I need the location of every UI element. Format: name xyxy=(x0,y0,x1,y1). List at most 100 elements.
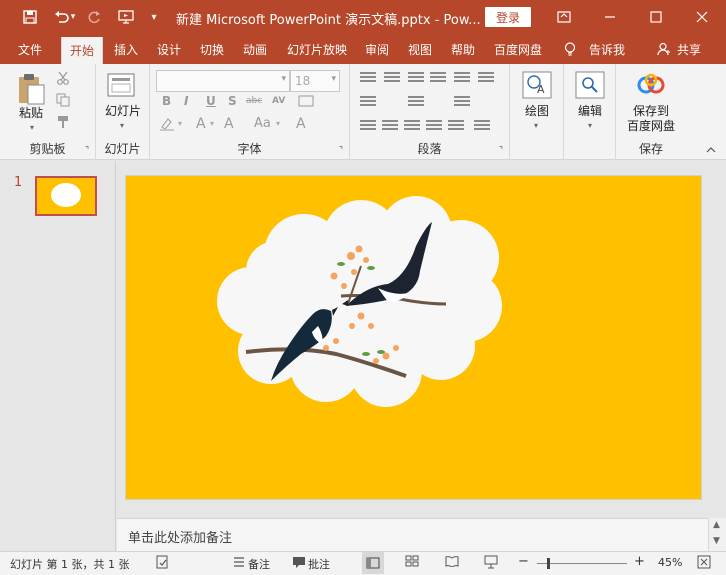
maximize-icon[interactable] xyxy=(633,0,679,34)
font-color-button[interactable]: A xyxy=(196,116,206,132)
change-case-button[interactable]: Aa xyxy=(254,116,271,131)
zoom-slider-track[interactable] xyxy=(537,563,627,564)
baidu-netdisk-icon[interactable] xyxy=(636,72,666,98)
character-spacing-button[interactable]: AV xyxy=(272,96,285,106)
new-slide-label[interactable]: 幻灯片 xyxy=(98,104,148,119)
paragraph-launcher-icon[interactable]: ⌝ xyxy=(496,146,506,156)
tab-help[interactable]: 帮助 xyxy=(445,34,481,64)
paste-label[interactable]: 粘贴 xyxy=(12,106,50,121)
minimize-icon[interactable] xyxy=(587,0,633,34)
font-name-select[interactable]: ▾ xyxy=(156,70,290,92)
distributed-icon[interactable] xyxy=(448,120,464,132)
customize-qat-icon[interactable]: ▾ xyxy=(140,0,168,34)
font-launcher-icon[interactable]: ⌝ xyxy=(336,146,346,156)
shapes-icon[interactable]: A xyxy=(521,70,553,100)
close-icon[interactable] xyxy=(679,0,725,34)
vertical-scrollbar[interactable]: ▲ ▼ xyxy=(708,518,726,551)
scroll-up-icon[interactable]: ▲ xyxy=(713,520,720,530)
copy-icon[interactable] xyxy=(55,92,71,108)
font-color-dropdown-icon[interactable]: ▾ xyxy=(208,118,216,128)
justify-icon[interactable] xyxy=(426,120,442,132)
zoom-in-button[interactable]: + xyxy=(634,554,645,569)
tab-transitions[interactable]: 切换 xyxy=(194,34,230,64)
spellcheck-icon[interactable] xyxy=(156,555,170,572)
tab-home[interactable]: 开始 xyxy=(61,37,103,64)
notes-toggle-icon[interactable] xyxy=(232,555,246,572)
notes-pane[interactable]: 单击此处添加备注 xyxy=(117,518,708,551)
highlight-dropdown-icon[interactable]: ▾ xyxy=(176,118,184,128)
zoom-level[interactable]: 45% xyxy=(658,556,682,569)
comments-icon[interactable] xyxy=(292,555,306,572)
clipboard-launcher-icon[interactable]: ⌝ xyxy=(82,146,92,156)
slide-sorter-icon[interactable] xyxy=(405,555,419,570)
highlight-icon[interactable] xyxy=(158,116,176,132)
undo-dropdown-icon[interactable]: ▾ xyxy=(68,0,78,34)
columns-icon[interactable] xyxy=(360,96,376,108)
new-slide-dropdown-icon[interactable]: ▾ xyxy=(116,120,128,130)
save-icon[interactable] xyxy=(16,0,44,34)
text-shadow-button[interactable]: S xyxy=(228,94,237,108)
bold-button[interactable]: B xyxy=(162,94,171,108)
change-case-icon[interactable] xyxy=(298,94,314,111)
slide-thumbnail[interactable] xyxy=(35,176,97,216)
tell-me-search[interactable]: 告诉我 xyxy=(584,34,630,64)
share-person-icon[interactable] xyxy=(656,34,672,64)
line-spacing-icon[interactable] xyxy=(454,72,470,84)
redo-icon[interactable] xyxy=(80,0,108,34)
format-painter-icon[interactable] xyxy=(55,114,71,130)
find-icon[interactable] xyxy=(574,70,606,100)
tab-slideshow[interactable]: 幻灯片放映 xyxy=(282,34,352,64)
drawing-label[interactable]: 绘图 xyxy=(512,104,562,119)
strikethrough-button[interactable]: abc xyxy=(246,96,262,106)
paragraph-spacing-icon[interactable] xyxy=(474,120,490,132)
tab-review[interactable]: 审阅 xyxy=(359,34,395,64)
paste-dropdown-icon[interactable]: ▾ xyxy=(26,122,38,132)
editing-dropdown-icon[interactable]: ▾ xyxy=(584,120,596,130)
cut-icon[interactable] xyxy=(55,70,71,86)
ribbon-display-options-icon[interactable] xyxy=(541,0,587,34)
align-right-icon[interactable] xyxy=(404,120,420,132)
notes-placeholder[interactable]: 单击此处添加备注 xyxy=(128,527,232,546)
paste-icon[interactable] xyxy=(14,72,48,106)
text-direction-icon[interactable] xyxy=(478,72,494,84)
slideshow-icon[interactable] xyxy=(484,555,498,572)
tab-baidu-netdisk[interactable]: 百度网盘 xyxy=(488,34,548,64)
share-button[interactable]: 共享 xyxy=(674,34,704,64)
tab-insert[interactable]: 插入 xyxy=(108,34,144,64)
cloud-magpie-picture[interactable] xyxy=(126,176,701,499)
drawing-dropdown-icon[interactable]: ▾ xyxy=(530,120,542,130)
normal-view-icon[interactable] xyxy=(362,552,384,574)
increase-indent-icon[interactable] xyxy=(430,72,446,84)
decrease-indent-icon[interactable] xyxy=(408,72,424,84)
tab-view[interactable]: 视图 xyxy=(402,34,438,64)
bullets-icon[interactable] xyxy=(360,72,376,84)
save-to-label[interactable]: 保存到 xyxy=(616,104,686,119)
slide-canvas[interactable] xyxy=(126,176,701,499)
fit-to-window-icon[interactable] xyxy=(697,555,711,572)
editing-label[interactable]: 编辑 xyxy=(565,104,615,119)
login-button[interactable]: 登录 xyxy=(485,7,531,27)
collapse-ribbon-icon[interactable] xyxy=(704,144,718,156)
zoom-slider-thumb[interactable] xyxy=(546,558,550,569)
new-slide-icon[interactable] xyxy=(106,72,136,100)
align-left-icon[interactable] xyxy=(360,120,376,132)
baidu-disk-label[interactable]: 百度网盘 xyxy=(616,119,686,134)
notes-toggle-button[interactable]: 备注 xyxy=(248,556,270,572)
start-from-beginning-icon[interactable] xyxy=(112,0,140,34)
change-case-dropdown-icon[interactable]: ▾ xyxy=(274,118,282,128)
numbering-icon[interactable] xyxy=(384,72,400,84)
italic-button[interactable]: I xyxy=(184,94,188,108)
tab-animations[interactable]: 动画 xyxy=(237,34,273,64)
tab-file[interactable]: 文件 xyxy=(8,34,52,64)
comments-button[interactable]: 批注 xyxy=(308,556,330,572)
reading-view-icon[interactable] xyxy=(445,555,459,570)
font-size-select[interactable]: 18 ▾ xyxy=(290,70,340,92)
clear-formatting-button[interactable]: A xyxy=(296,116,306,132)
scroll-down-icon[interactable]: ▼ xyxy=(713,536,720,546)
align-center-icon[interactable] xyxy=(382,120,398,132)
align-text-icon[interactable] xyxy=(408,96,424,108)
grow-font-button[interactable]: A xyxy=(224,116,234,132)
zoom-out-button[interactable]: − xyxy=(518,554,529,569)
underline-button[interactable]: U xyxy=(206,94,216,108)
convert-smartart-icon[interactable] xyxy=(454,96,470,108)
